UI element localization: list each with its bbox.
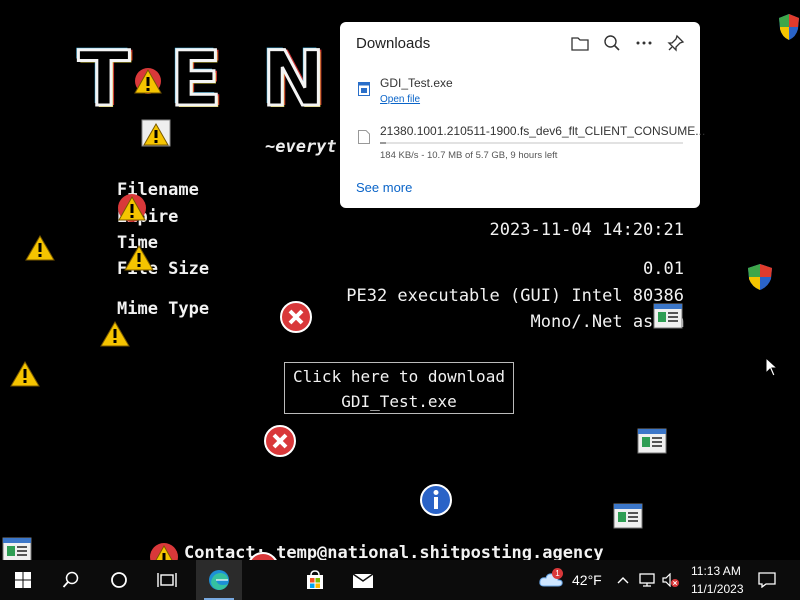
value-time: 2023-11-04 14:20:21 bbox=[489, 220, 684, 240]
value-file-size: 0.01 bbox=[643, 259, 684, 279]
site-tagline: ~everyt bbox=[265, 137, 337, 157]
label-mime-type: Mime Type bbox=[117, 299, 210, 319]
download-progress-bar bbox=[380, 142, 683, 144]
task-view-icon bbox=[157, 573, 177, 587]
taskbar: 1 42°F 11:13 AM 11/1/2023 bbox=[0, 560, 800, 600]
store-icon bbox=[307, 570, 323, 589]
warning-window-icon bbox=[141, 119, 171, 147]
warning-icon bbox=[25, 235, 55, 261]
mail-icon bbox=[352, 573, 374, 588]
exe-file-icon bbox=[358, 82, 370, 96]
folder-icon bbox=[571, 37, 589, 51]
notification-center-button[interactable] bbox=[752, 560, 782, 600]
edge-browser-icon bbox=[209, 570, 229, 590]
weather-widget[interactable] bbox=[536, 560, 566, 600]
task-view-button[interactable] bbox=[144, 560, 190, 600]
clock-time[interactable]: 11:13 AM bbox=[691, 564, 741, 578]
weather-temperature[interactable]: 42°F bbox=[572, 572, 602, 588]
search-icon bbox=[604, 35, 620, 51]
value-mime-type: PE32 executable (GUI) Intel 80386 bbox=[346, 286, 684, 306]
info-icon bbox=[420, 484, 452, 516]
cortana-button[interactable] bbox=[96, 560, 142, 600]
download-button-line1: Click here to download bbox=[293, 367, 505, 386]
clock-date[interactable]: 11/1/2023 bbox=[691, 582, 744, 596]
application-window-icon bbox=[653, 303, 683, 329]
volume-tray-button[interactable] bbox=[660, 560, 682, 600]
cortana-icon bbox=[111, 572, 127, 588]
show-hidden-icons-button[interactable] bbox=[612, 560, 634, 600]
download-filename: GDI_Test.exe bbox=[380, 76, 453, 90]
network-tray-button[interactable] bbox=[636, 560, 658, 600]
pin-icon bbox=[667, 34, 685, 52]
weather-alert-badge: 1 bbox=[552, 568, 563, 579]
downloads-panel: Downloads GDI_Test.exe Open file 21380.1… bbox=[340, 22, 705, 208]
error-icon bbox=[280, 301, 312, 333]
application-window-icon bbox=[637, 428, 667, 454]
download-status: 184 KB/s - 10.7 MB of 5.7 GB, 9 hours le… bbox=[380, 150, 558, 161]
mail-taskbar-button[interactable] bbox=[340, 560, 386, 600]
mouse-cursor-icon bbox=[765, 357, 779, 377]
chevron-up-icon bbox=[617, 577, 629, 584]
more-options-button[interactable] bbox=[634, 32, 654, 54]
download-item[interactable]: GDI_Test.exe Open file bbox=[340, 70, 700, 118]
search-icon bbox=[62, 571, 79, 588]
network-icon bbox=[639, 573, 655, 587]
download-filename: 21380.1001.210511-1900.fs_dev6_flt_CLIEN… bbox=[380, 124, 706, 138]
download-button-line2: GDI_Test.exe bbox=[341, 392, 457, 411]
windows-logo-icon bbox=[15, 572, 31, 588]
pin-panel-button[interactable] bbox=[666, 32, 686, 54]
warning-icon bbox=[10, 361, 40, 387]
edge-taskbar-button[interactable] bbox=[196, 560, 242, 600]
open-file-link[interactable]: Open file bbox=[380, 94, 420, 105]
warning-icon bbox=[134, 68, 162, 94]
store-taskbar-button[interactable] bbox=[292, 560, 338, 600]
notification-icon bbox=[758, 572, 776, 588]
warning-icon bbox=[124, 245, 154, 271]
open-downloads-folder-button[interactable] bbox=[570, 32, 590, 54]
see-more-link[interactable]: See more bbox=[356, 180, 412, 195]
uac-shield-icon bbox=[748, 264, 772, 290]
more-icon bbox=[636, 41, 652, 45]
warning-icon bbox=[100, 321, 130, 347]
search-button[interactable] bbox=[48, 560, 94, 600]
downloads-panel-title: Downloads bbox=[356, 35, 431, 52]
error-warning-icon bbox=[118, 194, 146, 222]
download-file-button[interactable]: Click here to download GDI_Test.exe bbox=[284, 362, 514, 414]
download-item[interactable]: 21380.1001.210511-1900.fs_dev6_flt_CLIEN… bbox=[340, 118, 705, 166]
uac-shield-icon bbox=[779, 14, 799, 40]
start-button[interactable] bbox=[0, 560, 46, 600]
volume-muted-icon bbox=[662, 573, 679, 587]
application-window-icon bbox=[613, 503, 643, 529]
error-icon bbox=[264, 425, 296, 457]
search-downloads-button[interactable] bbox=[602, 32, 622, 54]
download-progress-fill bbox=[380, 142, 387, 144]
file-icon bbox=[358, 130, 370, 144]
